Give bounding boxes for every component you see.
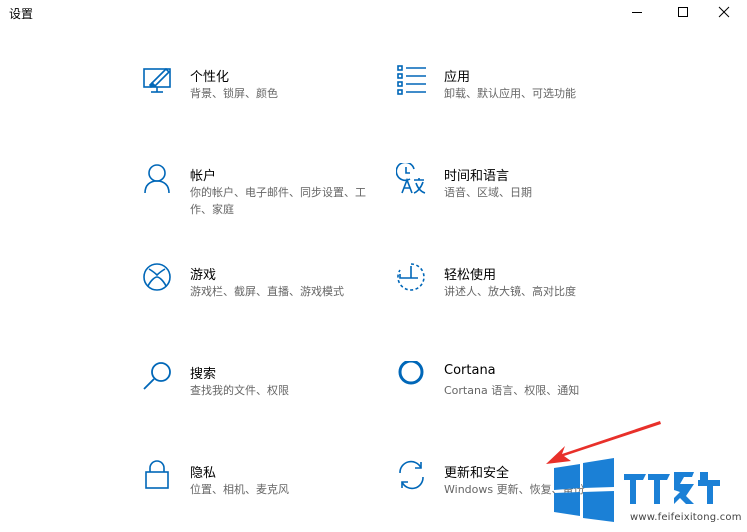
- tile-description: 语音、区域、日期: [444, 186, 532, 199]
- lock-icon: [142, 460, 176, 494]
- tile-gaming[interactable]: 游戏 游戏栏、截屏、直播、游戏模式: [142, 262, 402, 332]
- tile-name: 更新和安全: [444, 466, 510, 481]
- tile-name: 时间和语言: [444, 169, 510, 184]
- tile-name: Cortana: [444, 363, 496, 378]
- minimize-icon: [632, 12, 642, 13]
- tile-name: 应用: [444, 70, 471, 85]
- tile-accounts[interactable]: 帐户 你的帐户、电子邮件、同步设置、工作、家庭: [142, 163, 402, 233]
- tile-description: 背景、锁屏、颜色: [190, 87, 278, 100]
- time-language-icon: [396, 163, 430, 197]
- personalization-icon: [142, 64, 176, 98]
- maximize-icon: [678, 7, 688, 17]
- tile-name: 个性化: [190, 70, 230, 85]
- title-bar: 设置: [0, 0, 747, 26]
- tile-description: Cortana 语言、权限、通知: [444, 384, 580, 397]
- tile-search[interactable]: 搜索 查找我的文件、权限: [142, 361, 402, 431]
- watermark: www.feifeixitong.com: [548, 454, 747, 528]
- tile-name: 游戏: [190, 268, 217, 283]
- tile-personalization[interactable]: 个性化 背景、锁屏、颜色: [142, 64, 402, 134]
- tile-name: 隐私: [190, 466, 217, 481]
- maximize-button[interactable]: [660, 0, 706, 24]
- tile-time-language[interactable]: 时间和语言 语音、区域、日期: [396, 163, 656, 233]
- accounts-icon: [142, 163, 176, 197]
- tile-name: 搜索: [190, 367, 217, 382]
- ease-of-access-icon: [396, 262, 430, 296]
- close-button[interactable]: [701, 0, 747, 24]
- tile-name: 轻松使用: [444, 268, 497, 283]
- tile-description: 讲述人、放大镜、高对比度: [444, 285, 576, 298]
- tile-name: 帐户: [190, 169, 217, 184]
- tile-description: 卸载、默认应用、可选功能: [444, 87, 576, 100]
- tile-ease-of-access[interactable]: 轻松使用 讲述人、放大镜、高对比度: [396, 262, 656, 332]
- tile-description: 查找我的文件、权限: [190, 384, 289, 397]
- tile-description: 你的帐户、电子邮件、同步设置、工作、家庭: [190, 186, 366, 216]
- window-title: 设置: [9, 7, 34, 21]
- close-icon: [718, 6, 730, 18]
- watermark-site: www.feifeixitong.com: [630, 512, 742, 523]
- cortana-icon: [396, 361, 430, 395]
- apps-icon: [396, 64, 430, 98]
- minimize-button[interactable]: [614, 0, 660, 24]
- tile-description: 位置、相机、麦克风: [190, 483, 289, 496]
- tile-apps[interactable]: 应用 卸载、默认应用、可选功能: [396, 64, 656, 134]
- tile-privacy[interactable]: 隐私 位置、相机、麦克风: [142, 460, 402, 530]
- search-icon: [142, 361, 176, 395]
- gaming-icon: [142, 262, 176, 296]
- update-icon: [396, 460, 430, 494]
- tile-description: 游戏栏、截屏、直播、游戏模式: [190, 285, 344, 298]
